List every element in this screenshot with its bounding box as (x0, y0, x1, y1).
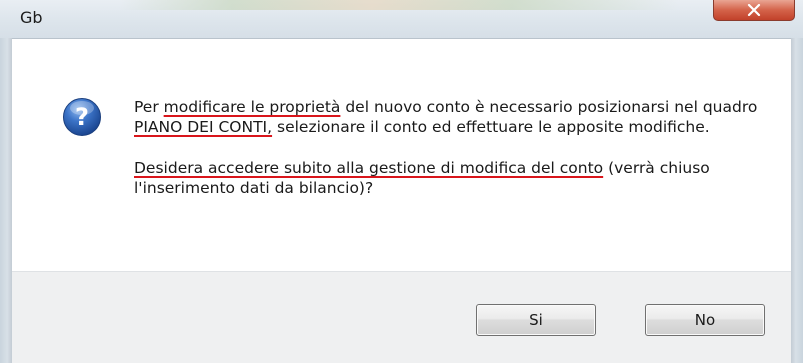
question-icon: ? (63, 98, 101, 136)
message-text: Per (134, 98, 164, 116)
close-button[interactable] (713, 0, 795, 21)
title-bar-glass (120, 0, 680, 10)
window-frame-right (791, 38, 803, 363)
svg-text:?: ? (75, 103, 89, 131)
underlined-text: PIANO DEI CONTI, (134, 118, 273, 136)
message-text: del nuovo conto è necessario posizionars… (340, 98, 758, 116)
dialog-content: ? Per modificare le proprietà del nuovo … (12, 38, 791, 272)
window-title: Gb (20, 8, 43, 27)
underlined-text: modificare le proprietà (163, 98, 341, 116)
message-text: selezionare il conto ed effettuare le ap… (272, 118, 710, 136)
no-button[interactable]: No (645, 304, 765, 336)
window-frame-left (0, 38, 12, 363)
dialog-window: Gb ? Per modificare le proprietà del nuo… (0, 0, 803, 363)
underlined-text: Desidera accedere subito alla gestione d… (134, 159, 604, 177)
message-paragraph-2: Desidera accedere subito alla gestione d… (134, 158, 774, 198)
dialog-message: Per modificare le proprietà del nuovo co… (134, 97, 774, 198)
close-icon (747, 4, 761, 16)
yes-button[interactable]: Si (476, 304, 596, 336)
button-bar: Si No (12, 271, 791, 363)
title-bar[interactable]: Gb (0, 0, 803, 38)
message-paragraph-1: Per modificare le proprietà del nuovo co… (134, 97, 774, 137)
